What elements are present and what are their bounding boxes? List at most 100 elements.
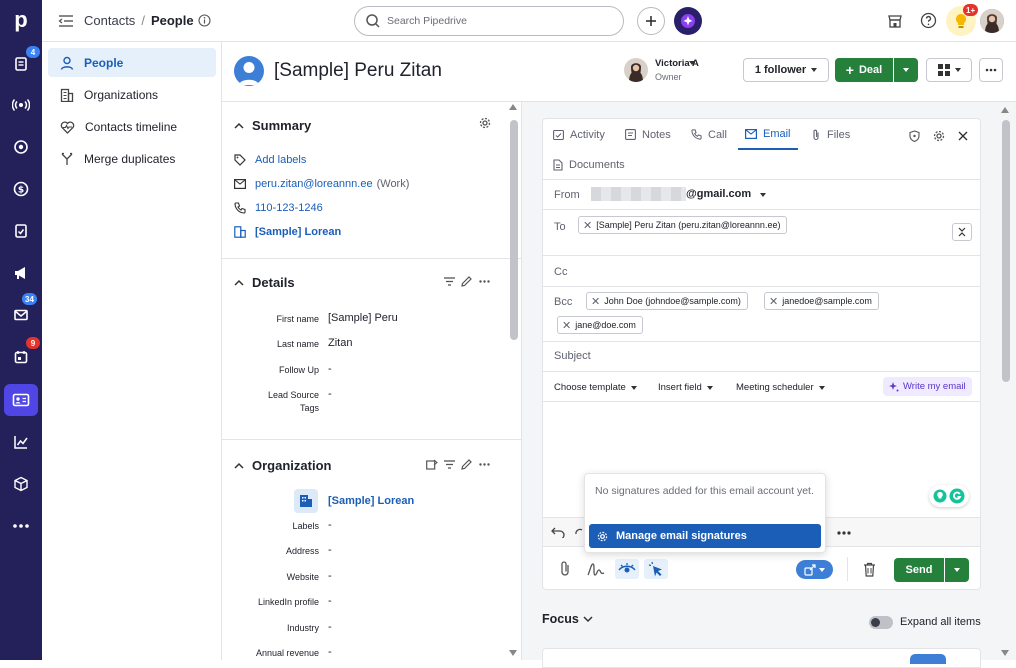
signature-icon[interactable] — [587, 561, 605, 577]
user-avatar[interactable] — [980, 9, 1004, 33]
products-box-icon[interactable] — [0, 468, 42, 500]
nav-item-people[interactable]: People — [48, 48, 216, 77]
tab-call[interactable]: Call — [691, 119, 727, 150]
tab-notes[interactable]: Notes — [625, 119, 671, 150]
owner-avatar[interactable] — [624, 58, 648, 82]
redo-icon[interactable] — [575, 526, 583, 538]
scroll-down-arrow[interactable] — [1001, 650, 1009, 656]
ai-assistant-button[interactable] — [674, 7, 702, 35]
marketplace-icon[interactable] — [887, 13, 903, 29]
calendar-icon[interactable]: 9 — [0, 337, 42, 373]
campaigns-megaphone-icon[interactable] — [0, 257, 42, 289]
composer-settings-icon[interactable] — [933, 130, 945, 142]
focus-item-action[interactable] — [910, 654, 946, 664]
field-value[interactable]: - — [328, 570, 332, 582]
tab-email[interactable]: Email — [738, 119, 798, 150]
remove-icon[interactable]: ✕ — [562, 319, 571, 332]
insights-target-icon[interactable] — [0, 131, 42, 163]
details-more-icon[interactable] — [479, 280, 490, 283]
org-more-icon[interactable] — [479, 463, 490, 466]
follower-button[interactable]: 1 follower — [743, 58, 829, 82]
expand-all-toggle[interactable] — [869, 616, 893, 629]
right-scrollbar-thumb[interactable] — [1002, 120, 1010, 382]
field-value-follow-up[interactable]: - — [328, 363, 332, 375]
breadcrumb-parent[interactable]: Contacts — [84, 13, 135, 28]
quick-add-button[interactable] — [637, 7, 665, 35]
field-value[interactable]: - — [328, 544, 332, 556]
insert-field-dropdown[interactable]: Insert field — [658, 382, 713, 393]
send-button[interactable]: Send — [894, 558, 944, 582]
add-labels-link[interactable]: Add labels — [255, 154, 306, 166]
to-recipient-chip[interactable]: ✕ [Sample] Peru Zitan (peru.zitan@loreann… — [578, 216, 788, 234]
add-deal-button[interactable]: + Deal — [835, 58, 893, 82]
scroll-up-arrow[interactable] — [1001, 107, 1009, 113]
layout-switch-button[interactable] — [926, 58, 972, 82]
write-my-email-button[interactable]: Write my email — [883, 377, 972, 396]
contacts-icon[interactable] — [4, 384, 38, 416]
scroll-down-arrow[interactable] — [509, 650, 517, 656]
close-icon[interactable] — [958, 131, 968, 141]
scroll-up-arrow[interactable] — [509, 104, 517, 110]
org-filter-icon[interactable] — [444, 460, 455, 469]
summary-section-toggle[interactable]: Summary — [234, 118, 311, 133]
phone-link[interactable]: 110-123-1246 — [255, 202, 323, 214]
privacy-icon[interactable] — [909, 130, 920, 142]
focus-section-toggle[interactable]: Focus — [542, 612, 593, 626]
undo-icon[interactable] — [551, 526, 565, 538]
leads-icon[interactable] — [0, 89, 42, 121]
org-link[interactable]: [Sample] Lorean — [255, 226, 341, 238]
collapse-menu-icon[interactable] — [58, 14, 74, 28]
tab-documents[interactable]: Documents — [553, 151, 625, 179]
grammarly-widget[interactable] — [929, 485, 969, 507]
deals-icon[interactable]: 4 — [0, 46, 42, 80]
choose-template-dropdown[interactable]: Choose template — [554, 382, 637, 393]
add-labels-row[interactable]: Add labels — [234, 154, 306, 166]
more-apps-icon[interactable] — [0, 510, 42, 542]
send-options-button[interactable] — [945, 558, 969, 582]
org-switch-icon[interactable] — [426, 459, 438, 470]
help-icon[interactable] — [920, 12, 937, 29]
org-edit-icon[interactable] — [461, 459, 472, 470]
details-filter-icon[interactable] — [444, 277, 455, 286]
nav-item-organizations[interactable]: Organizations — [48, 80, 216, 109]
from-email-domain[interactable]: @gmail.com — [686, 188, 751, 200]
field-value-lead-source[interactable]: - — [328, 388, 332, 400]
email-link[interactable]: peru.zitan@loreannn.ee — [255, 178, 373, 190]
deal-dropdown-button[interactable] — [894, 58, 918, 82]
more-format-icon[interactable] — [837, 531, 851, 535]
field-value[interactable]: - — [328, 519, 332, 531]
cc-row[interactable]: Cc — [543, 256, 980, 287]
dollar-icon[interactable]: $ — [0, 173, 42, 205]
attach-icon[interactable] — [559, 561, 571, 577]
search-input[interactable]: Search Pipedrive — [354, 6, 624, 36]
track-clicks-icon[interactable] — [644, 559, 668, 579]
insights-chart-icon[interactable] — [0, 426, 42, 458]
field-value-last-name[interactable]: Zitan — [328, 337, 352, 349]
track-opens-icon[interactable] — [615, 559, 639, 579]
tips-button[interactable]: 1+ — [946, 4, 979, 36]
pipedrive-logo[interactable]: p — [0, 4, 42, 36]
left-scrollbar-thumb[interactable] — [510, 120, 518, 340]
delete-draft-icon[interactable] — [863, 562, 876, 577]
field-value[interactable]: - — [328, 621, 332, 633]
tab-files[interactable]: Files — [811, 119, 850, 150]
subject-input[interactable]: Subject — [543, 342, 980, 372]
details-edit-icon[interactable] — [461, 276, 472, 287]
tab-activity[interactable]: Activity — [553, 119, 605, 150]
field-value[interactable]: - — [328, 595, 332, 607]
bcc-recipient-chip[interactable]: ✕ John Doe (johndoe@sample.com) — [586, 292, 748, 310]
owner-dropdown-icon[interactable] — [689, 61, 695, 65]
nav-item-merge-duplicates[interactable]: Merge duplicates — [48, 144, 216, 173]
collapse-recipients-button[interactable] — [952, 223, 972, 241]
organization-section-toggle[interactable]: Organization — [234, 458, 331, 473]
from-dropdown-icon[interactable] — [760, 193, 766, 197]
nav-item-contacts-timeline[interactable]: Contacts timeline — [48, 112, 216, 141]
schedule-send-button[interactable] — [796, 560, 833, 579]
more-actions-button[interactable] — [979, 58, 1003, 82]
info-icon[interactable] — [198, 14, 211, 27]
bcc-recipient-chip[interactable]: ✕ janedoe@sample.com — [764, 292, 879, 310]
manage-signatures-button[interactable]: Manage email signatures — [589, 524, 821, 548]
bcc-recipient-chip[interactable]: ✕ jane@doe.com — [557, 316, 643, 334]
details-section-toggle[interactable]: Details — [234, 275, 295, 290]
summary-settings-icon[interactable] — [479, 117, 491, 129]
